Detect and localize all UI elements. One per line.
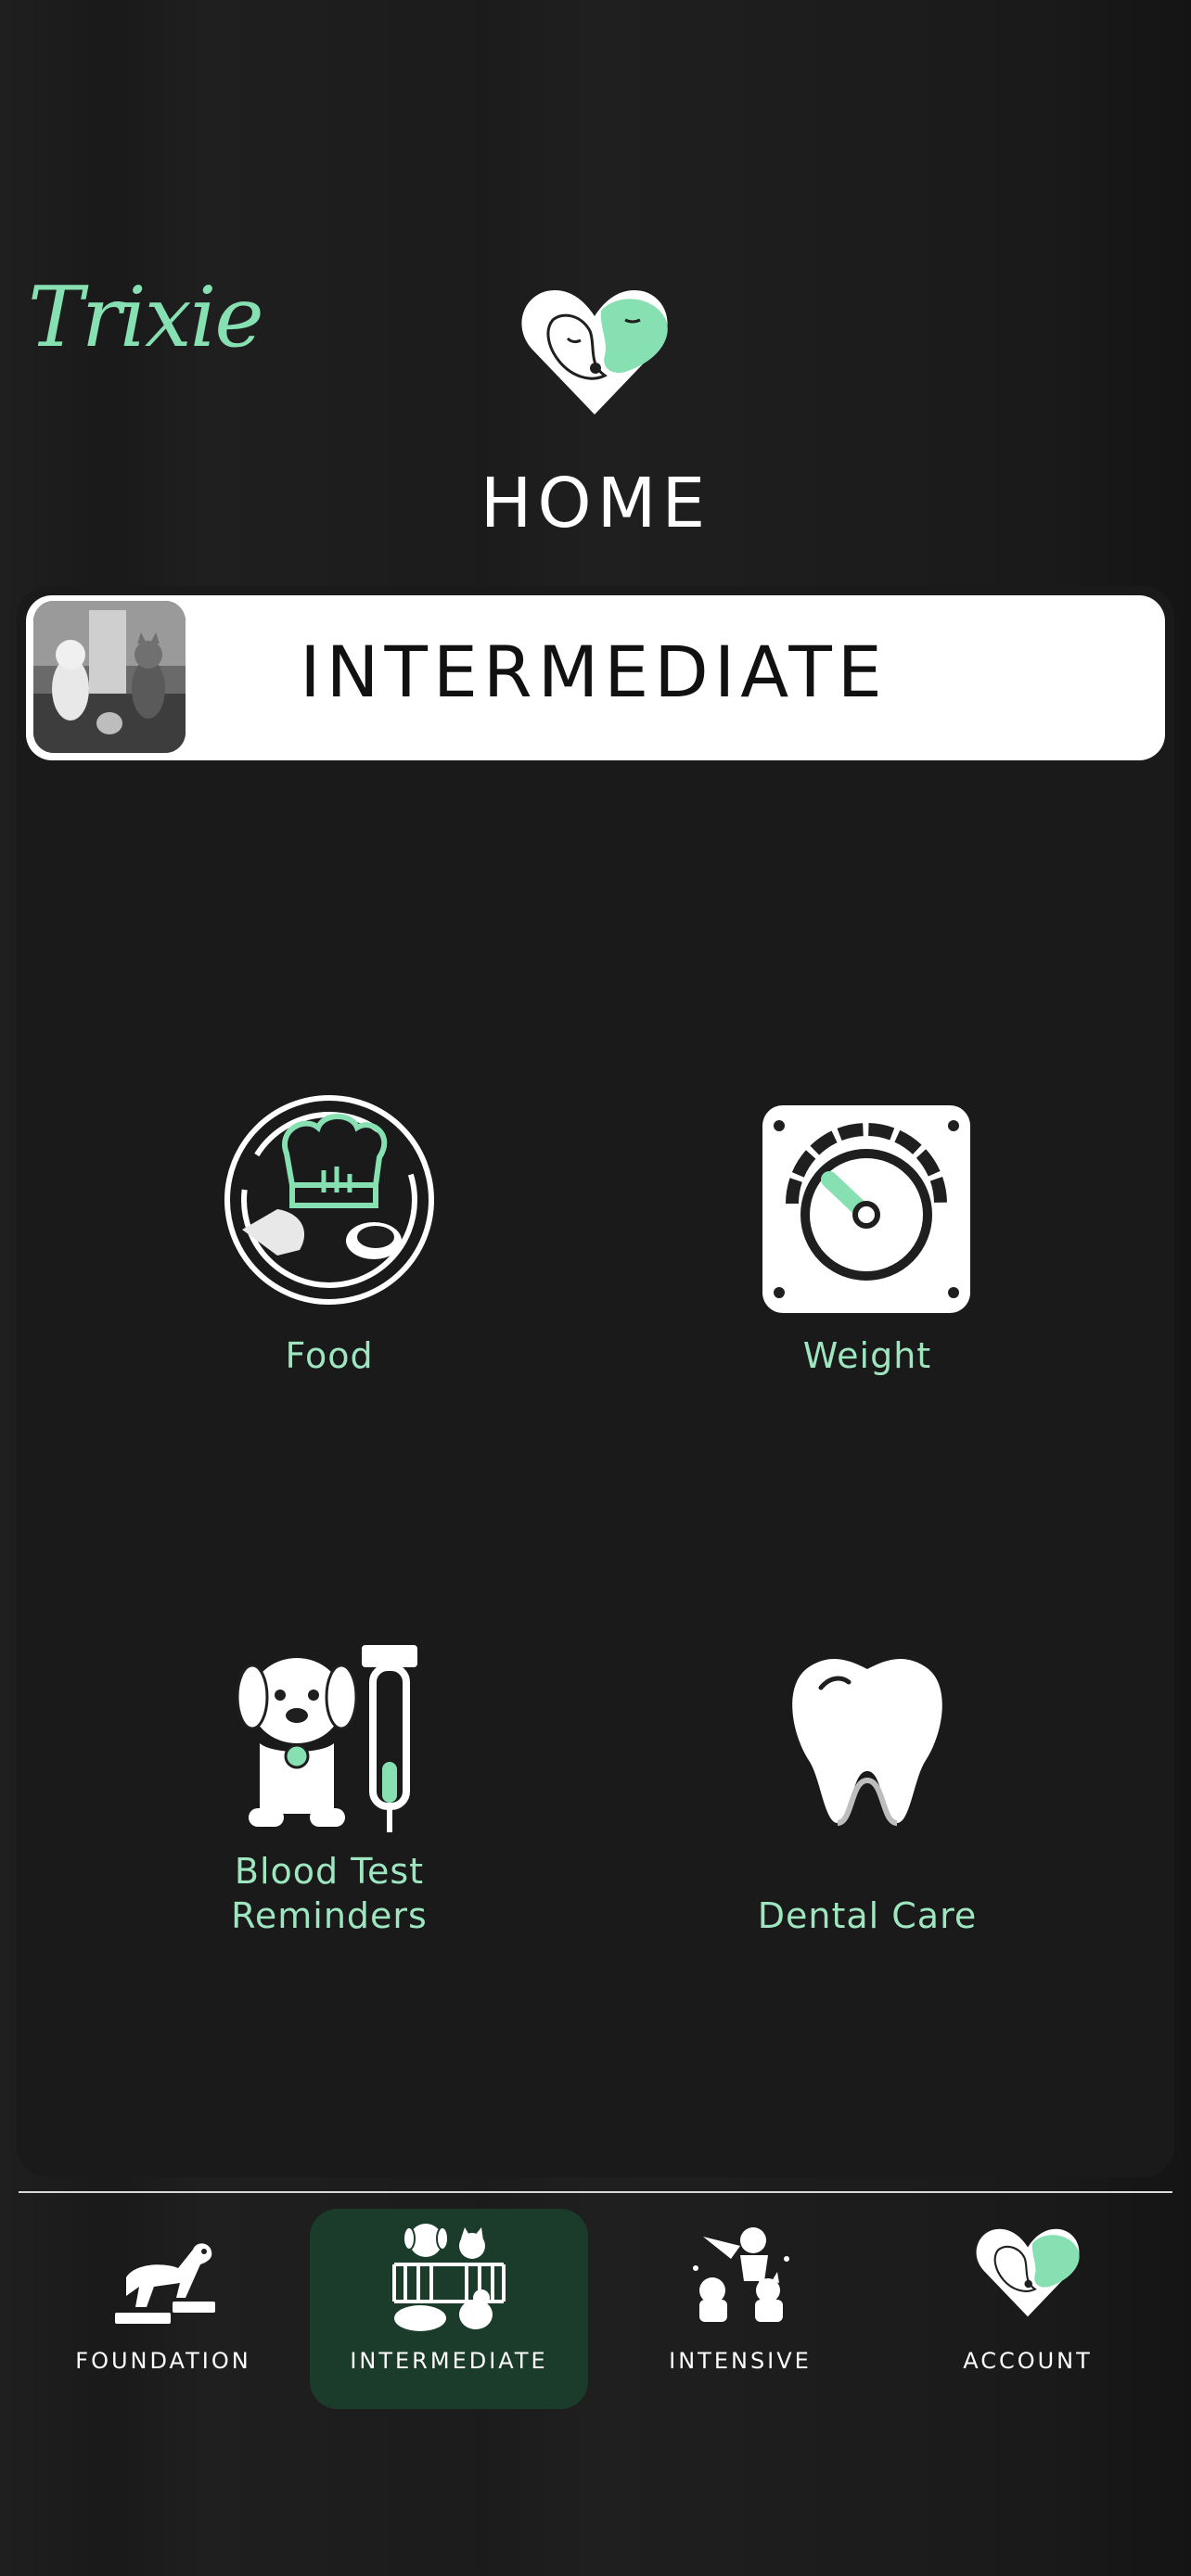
level-thumbnail-image	[33, 601, 186, 753]
content-panel	[17, 586, 1174, 2177]
heart-dog-cat-logo-icon	[976, 2228, 1080, 2317]
dog-steps-icon	[115, 2243, 215, 2324]
tile-dental-care-label: Dental Care	[757, 1895, 978, 1936]
nav-item-intensive[interactable]: INTENSIVE	[601, 2209, 879, 2409]
nav-item-account[interactable]: ACCOUNT	[889, 2209, 1167, 2409]
nav-label-intensive: INTENSIVE	[669, 2348, 812, 2374]
page-title: HOME	[480, 464, 711, 543]
superhero-pets-icon	[693, 2227, 789, 2322]
heart-dog-cat-logo-icon	[521, 290, 668, 414]
tile-dental-care[interactable]: Dental Care	[742, 1641, 992, 1938]
weight-scale-icon	[762, 1105, 970, 1313]
tile-blood-test-label: Blood Test Reminders	[204, 1849, 455, 1938]
chef-hat-food-icon	[224, 1095, 434, 1305]
brand-logo-text: Trixie	[28, 269, 264, 366]
pets-pen-icon	[392, 2224, 506, 2331]
dog-syringe-icon	[236, 1645, 417, 1832]
nav-item-intermediate[interactable]: INTERMEDIATE	[310, 2209, 588, 2409]
nav-item-foundation[interactable]: FOUNDATION	[24, 2209, 302, 2409]
tile-blood-test-label-line1: Blood Test	[234, 1851, 425, 1892]
tile-blood-test-label-line2: Reminders	[231, 1895, 428, 1936]
nav-label-foundation: FOUNDATION	[75, 2348, 251, 2374]
tooth-icon	[792, 1659, 942, 1826]
tile-food-label: Food	[285, 1335, 374, 1376]
nav-label-intermediate: INTERMEDIATE	[350, 2348, 548, 2374]
tile-weight-label: Weight	[802, 1335, 932, 1376]
tile-blood-test[interactable]: Blood Test Reminders	[204, 1641, 455, 1938]
level-label: INTERMEDIATE	[300, 631, 888, 713]
tile-food[interactable]: Food	[204, 1085, 455, 1382]
nav-label-account: ACCOUNT	[963, 2348, 1093, 2374]
tile-weight[interactable]: Weight	[742, 1085, 992, 1382]
nav-divider	[19, 2191, 1172, 2193]
